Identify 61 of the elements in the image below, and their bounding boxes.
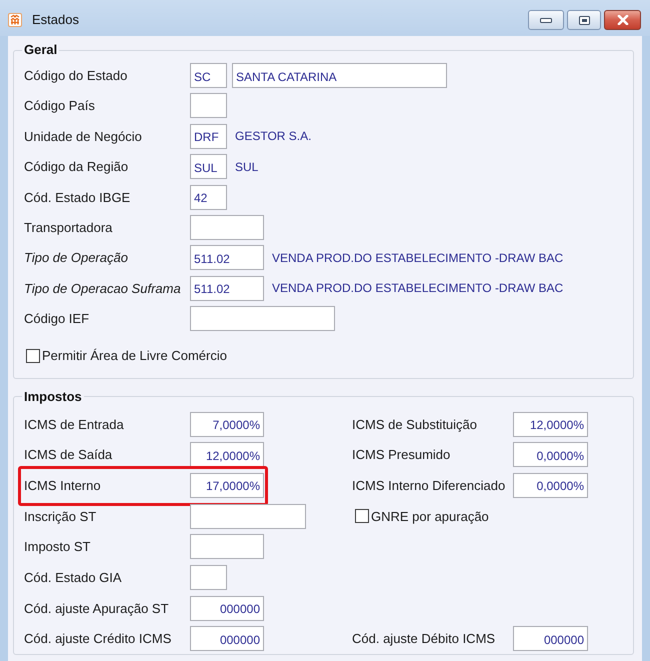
- group-title: Geral: [23, 42, 58, 58]
- field-label: ICMS Interno: [24, 478, 101, 493]
- text-field[interactable]: [190, 306, 335, 332]
- field-label: Código da Região: [24, 159, 128, 174]
- window-title: Estados: [32, 12, 79, 28]
- checkbox[interactable]: [26, 348, 40, 363]
- text-field[interactable]: 12,0000%: [513, 412, 588, 437]
- app-icon: [8, 13, 22, 27]
- text-field[interactable]: 000000: [190, 596, 264, 621]
- minimize-icon: [540, 18, 552, 22]
- text-field[interactable]: 000000: [190, 626, 264, 652]
- text-field[interactable]: [190, 93, 227, 118]
- text-field[interactable]: SUL: [190, 154, 227, 180]
- text-field[interactable]: 42: [190, 184, 227, 210]
- text-field[interactable]: 7,0000%: [190, 412, 264, 437]
- minimize-button[interactable]: [528, 10, 564, 30]
- description-text: SUL: [235, 160, 258, 174]
- text-field[interactable]: 511.02: [190, 276, 264, 301]
- text-field[interactable]: [190, 504, 306, 529]
- field-label: Cód. Estado GIA: [24, 570, 122, 585]
- field-label: Cód. ajuste Débito ICMS: [352, 631, 496, 646]
- field-label: Unidade de Negócio: [24, 128, 142, 144]
- field-label: Cód. ajuste Crédito ICMS: [24, 631, 172, 646]
- text-field[interactable]: 0,0000%: [513, 442, 588, 468]
- close-button[interactable]: [604, 10, 641, 30]
- field-label: ICMS Presumido: [352, 447, 450, 462]
- field-label: ICMS de Substituição: [352, 416, 478, 432]
- text-field[interactable]: 17,0000%: [190, 472, 264, 498]
- field-label: Transportadora: [24, 220, 112, 235]
- field-label: Código País: [24, 98, 95, 114]
- text-field[interactable]: 000000: [513, 626, 588, 652]
- text-field[interactable]: [190, 214, 264, 240]
- field-label: Cód. ajuste Apuração ST: [24, 600, 169, 616]
- maximize-button[interactable]: [567, 10, 601, 30]
- field-label: Inscrição ST: [24, 508, 96, 524]
- text-field[interactable]: 12,0000%: [190, 442, 264, 468]
- field-label: Cód. Estado IBGE: [24, 190, 130, 205]
- text-field[interactable]: 511.02: [190, 245, 264, 270]
- field-label: Tipo de Operacao Suframa: [24, 280, 181, 296]
- description-text: GESTOR S.A.: [235, 129, 312, 144]
- maximize-icon: [578, 16, 590, 24]
- field-label: Imposto ST: [24, 539, 90, 554]
- checkbox-label[interactable]: Permitir Área de Livre Comércio: [42, 348, 227, 364]
- text-field[interactable]: [190, 564, 227, 590]
- description-text: VENDA PROD.DO ESTABELECIMENTO -DRAW BAC: [272, 250, 564, 265]
- text-field[interactable]: 0,0000%: [513, 472, 588, 498]
- description-text: VENDA PROD.DO ESTABELECIMENTO -DRAW BAC: [272, 281, 564, 296]
- text-field[interactable]: SANTA CATARINA: [232, 63, 447, 88]
- checkbox-label[interactable]: GNRE por apuração: [371, 508, 489, 524]
- close-icon: [616, 15, 628, 25]
- text-field[interactable]: [190, 534, 264, 560]
- field-label: Código do Estado: [24, 68, 128, 83]
- field-label: ICMS de Entrada: [24, 416, 124, 432]
- text-field[interactable]: DRF: [190, 124, 227, 149]
- group-title: Impostos: [23, 388, 83, 405]
- field-label: Tipo de Operação: [24, 250, 128, 266]
- field-label: ICMS de Saída: [24, 447, 112, 462]
- text-field[interactable]: SC: [190, 63, 227, 88]
- checkbox[interactable]: [355, 509, 369, 524]
- field-label: Código IEF: [24, 311, 90, 326]
- field-label: ICMS Interno Diferenciado: [352, 478, 506, 493]
